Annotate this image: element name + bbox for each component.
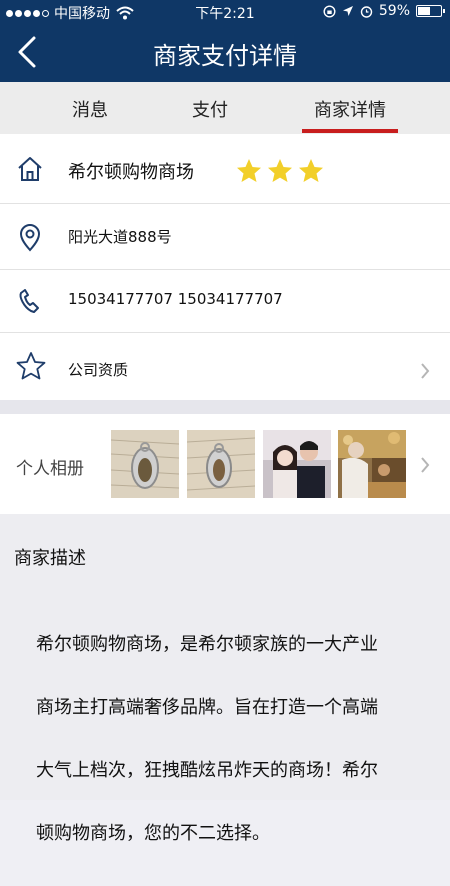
description-line-4: 顿购物商场，您的不二选择。 [36, 823, 270, 844]
qualification-row[interactable]: 公司资质 [0, 332, 450, 400]
description-line-1: 希尔顿购物商场，是希尔顿家族的一大产业 [36, 634, 378, 655]
description-title: 商家描述 [14, 548, 86, 569]
tab-bar: 消息 支付 商家详情 [0, 82, 450, 135]
merchant-name-row: 希尔顿购物商场 [0, 134, 450, 204]
navigation-bar: 商家支付详情 [0, 22, 450, 82]
lock-rotation-icon [323, 4, 336, 18]
tab-merchant-details[interactable]: 商家详情 [302, 96, 398, 122]
address-text: 阳光大道888号 [68, 228, 172, 246]
rating-star-2 [268, 159, 292, 182]
phone-numbers[interactable]: 15034177707 15034177707 [68, 290, 283, 308]
blessing-ceremony-photo[interactable] [338, 430, 406, 498]
couple-photo[interactable] [263, 430, 331, 498]
status-right: 59% [323, 3, 445, 19]
phone-icon [19, 289, 39, 313]
battery-icon [416, 5, 445, 17]
phone-row[interactable]: 15034177707 15034177707 [0, 269, 450, 333]
star-outline-icon [16, 352, 46, 380]
location-pin-icon [19, 224, 41, 252]
amulet-photo-2[interactable] [187, 430, 255, 498]
tab-indicator [302, 129, 398, 133]
battery-fill [418, 7, 430, 15]
qualification-label: 公司资质 [68, 361, 129, 379]
album-label: 个人相册 [16, 459, 84, 479]
page-title: 商家支付详情 [153, 42, 297, 70]
description-line-2: 商场主打高端奢侈品牌。旨在打造一个高端 [36, 697, 378, 718]
description-line-3: 大气上档次，狂拽酷炫吊炸天的商场！希尔 [36, 760, 378, 781]
rating-stars [236, 158, 324, 184]
rating-star-1 [237, 159, 261, 182]
alarm-icon [360, 5, 373, 18]
battery-percent: 59% [378, 3, 410, 19]
chevron-right-icon [421, 363, 430, 379]
merchant-name: 希尔顿购物商场 [68, 162, 194, 183]
section-divider [0, 400, 450, 414]
home-icon [18, 157, 42, 181]
status-bar: 中国移动 下午2:21 59% [0, 0, 450, 22]
tab-messages[interactable]: 消息 [58, 96, 122, 122]
merchant-info-section: 希尔顿购物商场 阳光大道888号 15034177707 15034177707… [0, 134, 450, 400]
album-chevron-right-icon[interactable] [420, 456, 430, 474]
tab-payment[interactable]: 支付 [178, 96, 242, 122]
amulet-photo-1[interactable] [111, 430, 179, 498]
album-section[interactable]: 个人相册 [0, 414, 450, 514]
description-text: 希尔顿购物商场，是希尔顿家族的一大产业 商场主打高端奢侈品牌。旨在打造一个高端 … [36, 592, 450, 886]
rating-star-3 [299, 159, 323, 182]
description-section: 商家描述 希尔顿购物商场，是希尔顿家族的一大产业 商场主打高端奢侈品牌。旨在打造… [0, 514, 450, 844]
location-arrow-icon [342, 6, 353, 16]
address-row[interactable]: 阳光大道888号 [0, 203, 450, 270]
